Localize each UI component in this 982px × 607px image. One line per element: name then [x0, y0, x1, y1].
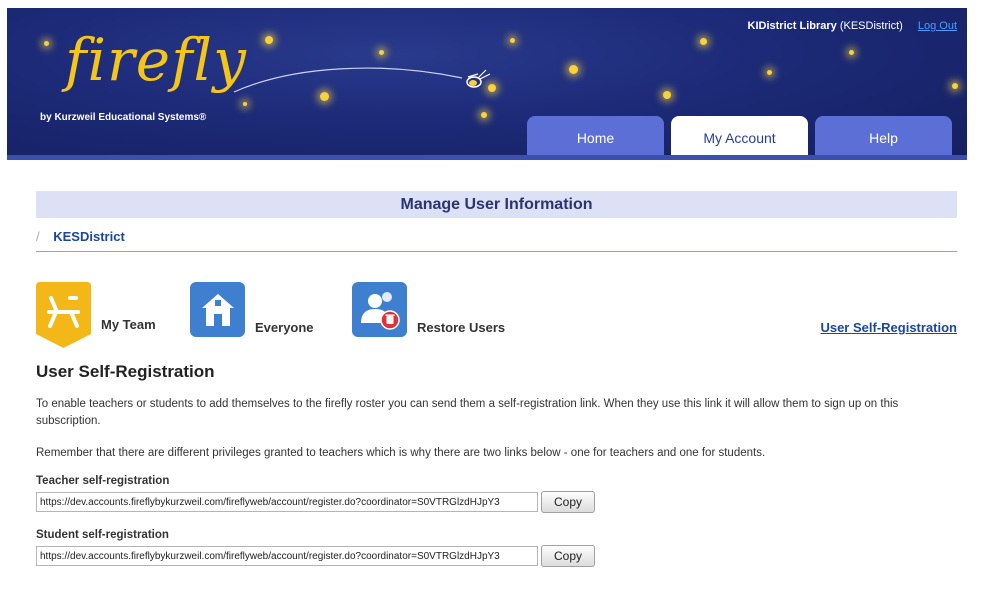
breadcrumb-separator: / [36, 229, 40, 244]
student-registration-url-field[interactable] [36, 546, 538, 566]
teacher-registration-url-field[interactable] [36, 492, 538, 512]
section-heading: User Self-Registration [36, 362, 215, 381]
account-area: KIDistrict Library (KESDistrict) Log Out [748, 20, 957, 32]
everyone-label: Everyone [255, 320, 314, 335]
app-header: firefly by Kurzweil Educational Systems®… [7, 8, 967, 160]
firefly-star [952, 83, 958, 89]
firefly-star [700, 38, 707, 45]
user-self-registration-link[interactable]: User Self-Registration [820, 320, 957, 335]
divider [36, 251, 957, 252]
restore-users-icon [352, 282, 407, 337]
account-code: (KESDistrict) [839, 20, 903, 32]
account-name: KIDistrict Library [747, 20, 837, 32]
firefly-star [569, 65, 578, 74]
firefly-star [481, 112, 487, 118]
firefly-star [265, 36, 273, 44]
teacher-desk-icon [36, 282, 91, 348]
tab-home[interactable]: Home [527, 116, 664, 160]
firefly-star [510, 38, 515, 43]
teacher-registration-label: Teacher self-registration [36, 475, 170, 487]
student-registration-label: Student self-registration [36, 529, 169, 541]
page-title: Manage User Information [400, 195, 593, 213]
breadcrumb-item[interactable]: KESDistrict [53, 229, 125, 244]
breadcrumb: / KESDistrict [36, 229, 125, 244]
tab-my-account[interactable]: My Account [671, 116, 808, 160]
restore-users-label: Restore Users [417, 320, 506, 335]
copy-student-url-button[interactable]: Copy [541, 545, 595, 567]
firefly-star [767, 70, 772, 75]
schoolhouse-icon [190, 282, 245, 337]
page-title-bar: Manage User Information [36, 191, 957, 218]
everyone-action[interactable]: Everyone [190, 282, 314, 337]
intro-paragraph: To enable teachers or students to add th… [36, 398, 899, 427]
tab-help[interactable]: Help [815, 116, 952, 160]
privileges-paragraph: Remember that there are different privil… [36, 447, 766, 459]
firefly-logo: firefly [65, 26, 247, 94]
restore-users-action[interactable]: Restore Users [352, 282, 505, 337]
firefly-star [379, 50, 384, 55]
copy-teacher-url-button[interactable]: Copy [541, 491, 595, 513]
my-team-label: My Team [101, 317, 156, 332]
firefly-trail-icon [233, 67, 491, 93]
logout-link[interactable]: Log Out [918, 20, 957, 32]
logo-tagline: by Kurzweil Educational Systems® [40, 112, 207, 123]
my-team-action[interactable]: My Team [36, 282, 156, 348]
firefly-star [849, 50, 854, 55]
firefly-star [44, 41, 49, 46]
firefly-star [663, 91, 671, 99]
header-bottom-strip [7, 155, 967, 160]
